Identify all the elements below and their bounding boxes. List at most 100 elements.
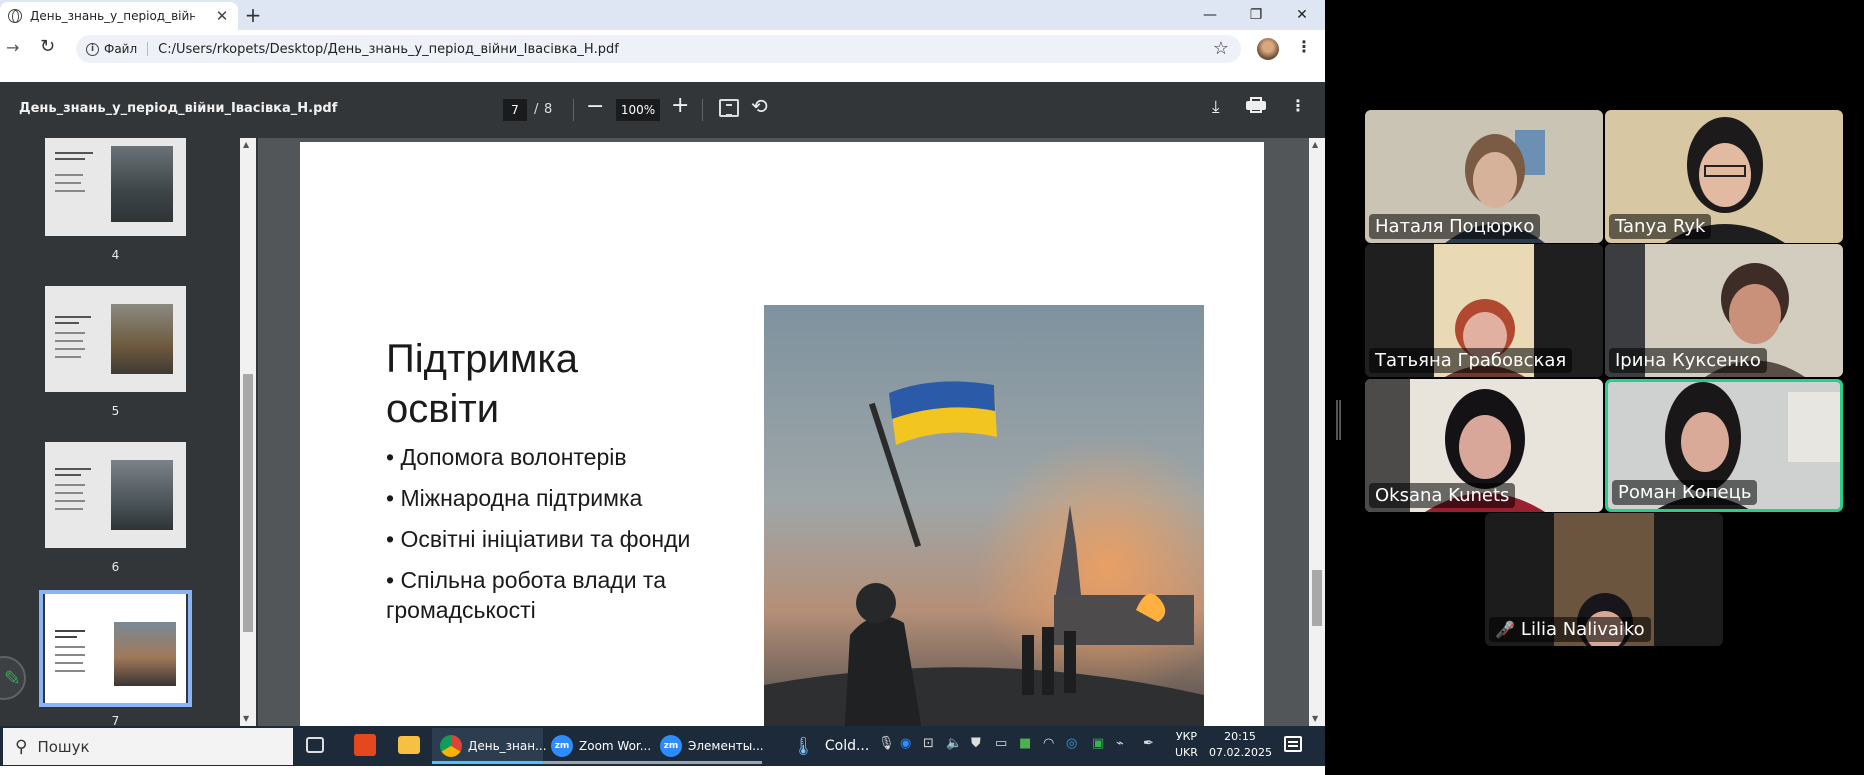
thumbnail-page-4[interactable] (45, 138, 186, 236)
forward-button[interactable]: → (6, 38, 19, 57)
speaker-icon[interactable]: 🔈 (946, 736, 962, 751)
toolbar-divider (573, 99, 574, 121)
close-window-button[interactable]: ✕ (1279, 0, 1325, 30)
new-tab-button[interactable]: + (240, 3, 266, 29)
print-icon[interactable] (1246, 97, 1266, 113)
page-scrollbar[interactable]: ▲ ▼ (1309, 138, 1325, 726)
zoom-tray-icon[interactable]: ◉ (900, 736, 911, 751)
browser-toolbar: → ↻ i Файл C:/Users/rkopets/Desktop/День… (0, 30, 1325, 68)
thumbnail-page-7[interactable] (45, 594, 186, 703)
zoom-level-input[interactable]: 100% (616, 99, 660, 121)
taskbar-app-chrome[interactable]: День_знан... (432, 728, 547, 764)
participant-tile[interactable]: Наталя Поцюрко (1365, 110, 1603, 243)
zoom-icon: zm (551, 735, 573, 757)
taskbar-weather[interactable]: 🌡 Cold... (784, 728, 869, 764)
restore-button[interactable]: ❐ (1233, 0, 1279, 30)
minimize-button[interactable]: — (1187, 0, 1233, 30)
system-clock[interactable]: 20:15 07.02.2025 (1209, 729, 1272, 761)
thumbnail-scrollbar[interactable]: ▲ ▼ (240, 138, 256, 726)
bullet-item: • Міжнародна підтримка (386, 485, 643, 511)
chrome-icon (440, 735, 462, 757)
task-view-icon[interactable] (306, 737, 324, 753)
tab-pdf[interactable]: День_знань_у_період_війни_Іє ✕ (0, 2, 238, 30)
scroll-down-icon[interactable]: ▼ (243, 714, 249, 723)
participant-tile[interactable]: Татьяна Грабовская (1365, 244, 1603, 377)
slide-bullet-list: • Допомога волонтерів • Міжнародна підтр… (386, 442, 726, 636)
tab-strip: День_знань_у_період_війни_Іє ✕ + — ❐ ✕ (0, 0, 1325, 30)
zoom-in-button[interactable]: + (671, 93, 689, 118)
participant-tile-active-speaker[interactable]: Роман Копець (1605, 379, 1843, 512)
tab-title: День_знань_у_період_війни_Іє (30, 9, 195, 23)
thumbnail-label: 4 (111, 248, 120, 262)
bullet-item: • Допомога волонтерів (386, 444, 627, 470)
security-icon[interactable]: ⛊ (971, 736, 981, 751)
thumbnail-page-6[interactable] (45, 442, 186, 548)
running-indicator (543, 761, 652, 764)
slide-title: Підтримка освіти (386, 334, 726, 434)
bullet-item: • Освітні ініціативи та фонди (386, 526, 691, 552)
close-tab-icon[interactable]: ✕ (214, 7, 230, 25)
battery-icon[interactable]: ▭ (995, 736, 1007, 751)
microphone-icon[interactable]: 🎙 (878, 736, 895, 751)
toolbar-divider (702, 99, 703, 121)
file-explorer-icon[interactable] (398, 736, 420, 754)
participant-tile[interactable]: Tanya Ryk (1605, 110, 1843, 243)
scroll-up-icon[interactable]: ▲ (1312, 140, 1318, 149)
language-indicator[interactable]: УКР UKR (1175, 729, 1198, 761)
fit-page-icon[interactable] (719, 99, 739, 117)
scrollbar-thumb[interactable] (1312, 570, 1322, 626)
panel-resize-handle[interactable] (1336, 400, 1341, 440)
pen-icon: ✎ (4, 666, 21, 690)
url-text[interactable]: C:/Users/rkopets/Desktop/День_знань_у_пе… (158, 42, 619, 57)
rotate-icon[interactable]: ⟲ (751, 94, 768, 118)
participant-name: Роман Копець (1612, 480, 1758, 505)
thumbnail-label: 5 (111, 404, 120, 418)
notification-icon[interactable] (1284, 736, 1302, 752)
scrollbar-thumb[interactable] (243, 374, 253, 632)
camera-icon[interactable]: ⊡ (923, 736, 934, 751)
browser-window: День_знань_у_період_війни_Іє ✕ + — ❐ ✕ →… (0, 0, 1325, 775)
bookmark-star-icon[interactable]: ☆ (1213, 38, 1229, 59)
page-separator: / (534, 102, 539, 117)
thumbnail-page-5[interactable] (45, 286, 186, 392)
wifi-icon[interactable]: ◠ (1043, 736, 1054, 751)
language-top: УКР (1175, 730, 1198, 743)
participant-tile[interactable]: 🎤̸ Lilia Nalivaiko (1485, 513, 1723, 646)
download-icon[interactable]: ⤓ (1212, 97, 1220, 117)
network-off-icon[interactable]: ⌁ (1116, 736, 1124, 751)
participant-tile[interactable]: Oksana Kunets (1365, 379, 1603, 512)
scroll-up-icon[interactable]: ▲ (243, 140, 249, 149)
zoom-gallery-panel: Наталя Поцюрко Tanya Ryk Татьяна Грабовс… (1325, 0, 1864, 775)
participant-name: Ірина Куксенко (1609, 348, 1767, 373)
browser-menu-icon[interactable]: ⋮ (1296, 37, 1312, 56)
scroll-down-icon[interactable]: ▼ (1312, 714, 1318, 723)
page-number-input[interactable]: 7 (503, 99, 527, 121)
taskbar-app-label: Zoom Wor... (579, 739, 652, 753)
app-tray-icon[interactable]: ■ (1019, 736, 1031, 751)
clock-time: 20:15 (1224, 730, 1256, 743)
pdf-menu-icon[interactable]: ⋮ (1290, 96, 1306, 115)
thumbnail-label: 7 (111, 714, 120, 726)
pdf-viewer: 4 5 6 7 ▲ ▼ ✎ Підтримка освіти • Допомог… (0, 138, 1325, 726)
zoom-out-button[interactable]: − (586, 94, 604, 119)
participant-name-muted: 🎤̸ Lilia Nalivaiko (1489, 617, 1651, 642)
info-icon[interactable]: i (86, 42, 99, 56)
taskbar-app-zoom-elements[interactable]: zm Элементы... (652, 728, 764, 764)
participant-name: Наталя Поцюрко (1369, 214, 1541, 239)
weather-label: Cold... (824, 738, 870, 754)
profile-avatar[interactable] (1257, 38, 1279, 60)
language-bottom: UKR (1175, 746, 1198, 759)
slide-title-line1: Підтримка (386, 337, 579, 381)
active-indicator (432, 761, 543, 764)
reload-button[interactable]: ↻ (40, 36, 55, 57)
address-bar[interactable]: i Файл C:/Users/rkopets/Desktop/День_зна… (76, 35, 1241, 63)
chart-tray-icon[interactable]: ▣ (1092, 736, 1104, 751)
sync-icon[interactable]: ◎ (1066, 736, 1077, 751)
taskbar-search[interactable]: ⚲ Пошук (3, 728, 293, 765)
participant-tile[interactable]: Ірина Куксенко (1605, 244, 1843, 377)
globe-icon (8, 9, 22, 23)
clock-date: 07.02.2025 (1209, 746, 1272, 759)
office-app-icon[interactable] (354, 734, 376, 756)
taskbar-app-zoom[interactable]: zm Zoom Wor... (543, 728, 652, 764)
pen-tray-icon[interactable]: ✒ (1143, 736, 1154, 751)
